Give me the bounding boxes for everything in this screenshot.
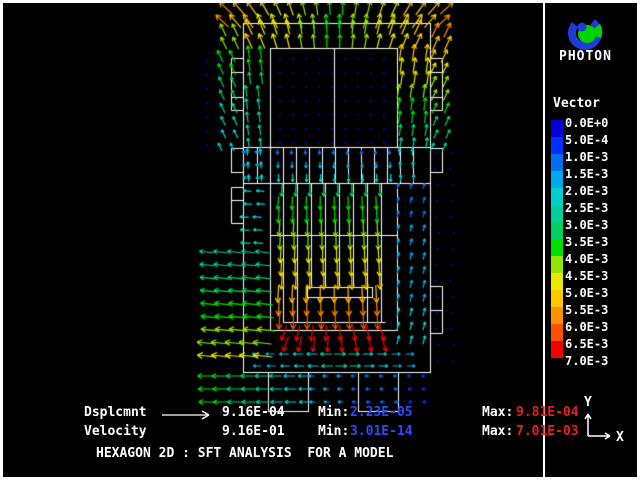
- y-axis-label: Y: [584, 395, 592, 410]
- legend-color-segment: [551, 324, 563, 341]
- legend-color-segment: [551, 239, 563, 256]
- legend-color-segment: [551, 188, 563, 205]
- legend-label: 3.5E-3: [565, 234, 608, 251]
- analysis-title: HEXAGON 2D : SFT ANALYSIS FOR A MODEL: [96, 447, 393, 461]
- photon-viewer-screen: PHOTON Vector 0.0E+05.0E-41.0E-31.5E-32.…: [0, 0, 640, 480]
- axis-arrows-icon: [585, 414, 610, 439]
- legend-color-segment: [551, 222, 563, 239]
- velocity-min-label: Min:: [318, 425, 349, 439]
- legend-label: 2.0E-3: [565, 183, 608, 200]
- displacement-min-value: 2.23E-05: [350, 406, 413, 420]
- legend-label: 6.0E-3: [565, 319, 608, 336]
- displacement-scale-value: 9.16E-04: [222, 406, 285, 420]
- velocity-max-label: Max:: [482, 425, 513, 439]
- legend-color-segment: [551, 341, 563, 358]
- legend-color-segment: [551, 273, 563, 290]
- legend-color-segment: [551, 256, 563, 273]
- legend-label: 5.0E-3: [565, 285, 608, 302]
- legend-color-segment: [551, 205, 563, 222]
- legend-color-segment: [551, 307, 563, 324]
- velocity-scale-value: 9.16E-01: [222, 425, 285, 439]
- legend-label: 1.5E-3: [565, 166, 608, 183]
- legend-label: 6.5E-3: [565, 336, 608, 353]
- legend-color-segment: [551, 154, 563, 171]
- legend-color-segment: [551, 137, 563, 154]
- displacement-max-label: Max:: [482, 406, 513, 420]
- legend-label: 0.0E+0: [565, 115, 608, 132]
- legend-label: 3.0E-3: [565, 217, 608, 234]
- legend-color-segment: [551, 120, 563, 137]
- displacement-min-label: Min:: [318, 406, 349, 420]
- legend-color-segment: [551, 171, 563, 188]
- velocity-label: Velocity: [84, 425, 147, 439]
- legend-label: 4.5E-3: [565, 268, 608, 285]
- displacement-scale-arrow-icon: [161, 409, 215, 421]
- displacement-max-value: 9.81E-04: [516, 406, 579, 420]
- legend-label: 2.5E-3: [565, 200, 608, 217]
- velocity-max-value: 7.01E-03: [516, 425, 579, 439]
- legend-label: 4.0E-3: [565, 251, 608, 268]
- legend-label: 5.0E-4: [565, 132, 608, 149]
- legend-color-segment: [551, 290, 563, 307]
- legend-label: 5.5E-3: [565, 302, 608, 319]
- axis-orientation-widget: Y X: [576, 390, 636, 445]
- legend-label: 1.0E-3: [565, 149, 608, 166]
- legend-label: 7.0E-3: [565, 353, 608, 370]
- velocity-min-value: 3.01E-14: [350, 425, 413, 439]
- x-axis-label: X: [616, 430, 624, 445]
- displacement-label: Dsplcmnt: [84, 406, 147, 420]
